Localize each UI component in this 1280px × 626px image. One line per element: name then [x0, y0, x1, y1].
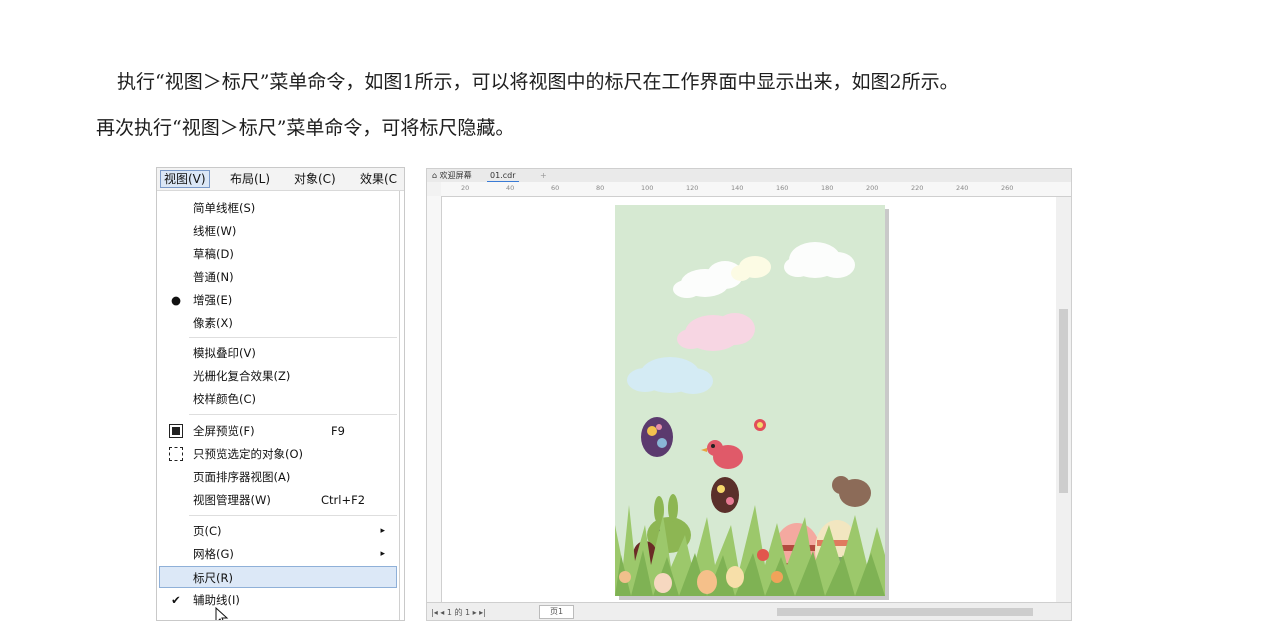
- preview-selected-icon: [167, 443, 185, 465]
- menu-item-normal[interactable]: 普通(N): [159, 266, 397, 288]
- menu-view[interactable]: 视图(V): [160, 170, 210, 188]
- ruler-tick-label: 20: [461, 184, 470, 192]
- checkmark-icon: ✔: [171, 593, 181, 607]
- drawing-canvas[interactable]: [442, 197, 1056, 602]
- view-menu-screenshot: 视图(V) 布局(L) 对象(C) 效果(C 简单线框(S) 线框(W) 草稿(…: [156, 167, 405, 621]
- workspace-screenshot: ⌂ 欢迎屏幕 01.cdr + 20 40 60 80 100 120 140 160 180 2…: [426, 168, 1072, 621]
- menu-item-fullscreen-preview[interactable]: 全屏预览(F) F9: [159, 420, 397, 442]
- menu-item-view-manager[interactable]: 视图管理器(W) Ctrl+F2: [159, 489, 397, 511]
- ruler-tick-label: 220: [911, 184, 924, 192]
- menu-item-wireframe[interactable]: 线框(W): [159, 220, 397, 242]
- ruler-tick-label: 260: [1001, 184, 1014, 192]
- menu-item-rulers[interactable]: 标尺(R): [159, 566, 397, 588]
- submenu-arrow-icon: ▸: [380, 526, 385, 536]
- menu-item-pixels[interactable]: 像素(X): [159, 312, 397, 334]
- ruler-tick-label: 60: [551, 184, 560, 192]
- mouse-pointer-icon: [215, 607, 229, 620]
- vertical-scroll-thumb[interactable]: [1059, 309, 1068, 493]
- paragraph-line-2: 再次执行“视图＞标尺”菜单命令，可将标尺隐藏。: [96, 117, 515, 139]
- menu-item-simple-wireframe[interactable]: 简单线框(S): [159, 197, 397, 219]
- menu-separator: [189, 337, 397, 338]
- ruler-tick-label: 80: [596, 184, 605, 192]
- submenu-arrow-icon: ▸: [380, 549, 385, 559]
- view-dropdown-menu: 简单线框(S) 线框(W) 草稿(D) 普通(N) ● 增强(E) 像素(X) …: [159, 191, 400, 620]
- menu-item-proof-colors[interactable]: 校样颜色(C): [159, 388, 397, 410]
- menu-layout[interactable]: 布局(L): [227, 171, 273, 187]
- horizontal-scroll-thumb[interactable]: [777, 608, 1033, 616]
- menu-effects[interactable]: 效果(C: [357, 171, 400, 187]
- paragraph-line-1: 执行“视图＞标尺”菜单命令，如图1所示，可以将视图中的标尺在工作界面中显示出来，…: [117, 71, 959, 93]
- menu-item-preview-selected[interactable]: 只预览选定的对象(O): [159, 443, 397, 465]
- menu-item-rasterize-composite[interactable]: 光栅化复合效果(Z): [159, 365, 397, 387]
- menu-bar: 视图(V) 布局(L) 对象(C) 效果(C: [157, 168, 404, 191]
- menu-item-enhanced[interactable]: ● 增强(E): [159, 289, 397, 311]
- vertical-scrollbar[interactable]: [1056, 197, 1071, 602]
- page-tab[interactable]: 页1: [539, 605, 575, 619]
- ruler-tick-label: 140: [731, 184, 744, 192]
- ruler-tick-label: 240: [956, 184, 969, 192]
- page-navigator[interactable]: |◂ ◂ 1 的 1 ▸ ▸|: [431, 607, 486, 618]
- menu-item-draft[interactable]: 草稿(D): [159, 243, 397, 265]
- shortcut-f9: F9: [331, 424, 345, 438]
- ruler-tick-label: 200: [866, 184, 879, 192]
- horizontal-ruler[interactable]: 20 40 60 80 100 120 140 160 180 200 220 240 260: [441, 182, 1071, 197]
- ruler-tick-label: 120: [686, 184, 699, 192]
- ruler-tick-label: 40: [506, 184, 515, 192]
- fullscreen-icon: [167, 420, 185, 442]
- ruler-tick-label: 160: [776, 184, 789, 192]
- ruler-tick-label: 180: [821, 184, 834, 192]
- page-navigation-bar: |◂ ◂ 1 的 1 ▸ ▸| 页1: [427, 602, 1071, 620]
- easter-illustration: [615, 205, 885, 596]
- radio-dot-icon: ●: [170, 293, 182, 307]
- menu-object[interactable]: 对象(C): [291, 171, 339, 187]
- menu-item-page-sorter[interactable]: 页面排序器视图(A): [159, 466, 397, 488]
- menu-item-guidelines[interactable]: ✔ 辅助线(I): [159, 589, 397, 611]
- document-page[interactable]: [615, 205, 885, 596]
- menu-item-simulate-overprint[interactable]: 模拟叠印(V): [159, 342, 397, 364]
- menu-item-page[interactable]: 页(C) ▸: [159, 520, 397, 542]
- ruler-tick-label: 100: [641, 184, 654, 192]
- menu-separator: [189, 515, 397, 516]
- vertical-ruler[interactable]: [427, 196, 442, 602]
- add-tab-icon[interactable]: +: [537, 170, 550, 181]
- shortcut-ctrl-f2: Ctrl+F2: [321, 493, 366, 507]
- document-tab-bar: ⌂ 欢迎屏幕 01.cdr +: [427, 169, 1071, 183]
- tab-welcome-screen[interactable]: ⌂ 欢迎屏幕: [429, 170, 475, 181]
- menu-item-grid[interactable]: 网格(G) ▸: [159, 543, 397, 565]
- menu-separator: [189, 414, 397, 415]
